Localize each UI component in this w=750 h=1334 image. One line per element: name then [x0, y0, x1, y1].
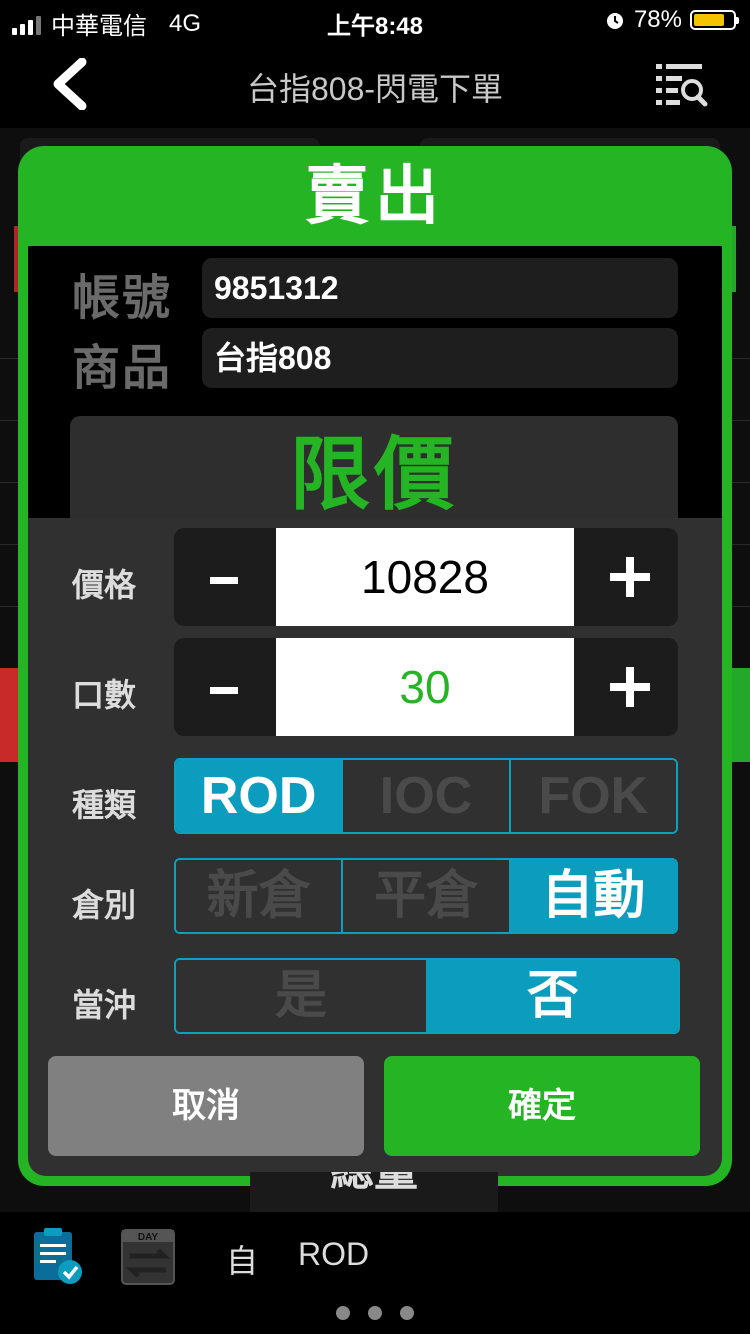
background-buy-marker	[730, 668, 750, 762]
background-sell-marker	[0, 668, 20, 762]
daytrade-option-no[interactable]: 否	[428, 960, 678, 1032]
kind-option-rod[interactable]: ROD	[176, 760, 344, 832]
page-indicator	[0, 1306, 750, 1325]
background-total-label: 總量	[250, 1172, 498, 1212]
position-option-close[interactable]: 平倉	[343, 860, 511, 932]
page-dot[interactable]	[368, 1306, 382, 1320]
battery-icon	[690, 10, 739, 30]
battery-percent: 78%	[633, 6, 682, 33]
price-minus-button[interactable]	[174, 528, 274, 626]
status-bar: 中華電信 4G 上午8:48 78%	[0, 0, 750, 40]
price-label: 價格	[72, 567, 137, 603]
page-dot[interactable]	[336, 1306, 350, 1320]
minus-icon	[210, 687, 238, 695]
kind-mode-text: ROD	[298, 1236, 370, 1272]
minus-icon	[210, 577, 238, 585]
quantity-minus-button[interactable]	[174, 638, 274, 736]
account-label: 帳號	[72, 272, 173, 325]
position-mode-text: 自	[226, 1243, 259, 1279]
quantity-label: 口數	[72, 677, 137, 713]
kind-option-fok[interactable]: FOK	[510, 760, 676, 832]
daytrade-option-yes[interactable]: 是	[176, 960, 428, 1032]
confirm-button[interactable]: 確定	[384, 1056, 700, 1156]
order-dialog: 賣出 帳號 9851312 商品 台指808 限價 價格 10828 口數 30…	[18, 146, 732, 1186]
price-input[interactable]: 10828	[276, 528, 574, 626]
alarm-icon	[606, 13, 623, 29]
status-right: 78%	[604, 6, 739, 34]
position-option-new[interactable]: 新倉	[176, 860, 344, 932]
quantity-plus-button[interactable]	[578, 638, 678, 736]
quantity-stepper: 30	[174, 638, 678, 736]
bottom-toolbar: 總量 DAY 自 ROD	[0, 1172, 750, 1334]
position-selector: 新倉 平倉 自動	[174, 858, 678, 934]
total-label-text: 總量	[330, 1172, 418, 1195]
kind-selector: ROD IOC FOK	[174, 758, 678, 834]
quantity-input[interactable]: 30	[276, 638, 574, 736]
day-swap-icon[interactable]: DAY	[120, 1224, 178, 1286]
order-info: 帳號 9851312 商品 台指808 限價	[28, 246, 722, 519]
position-option-auto[interactable]: 自動	[510, 860, 676, 932]
dialog-body: 帳號 9851312 商品 台指808 限價 價格 10828 口數 30 種類…	[28, 246, 722, 1176]
list-search-icon[interactable]	[656, 60, 708, 108]
price-stepper: 10828	[174, 528, 678, 626]
kind-option-ioc[interactable]: IOC	[343, 760, 511, 832]
order-type-banner[interactable]: 限價	[70, 416, 678, 519]
kind-label: 種類	[72, 787, 137, 823]
dialog-title: 賣出	[305, 160, 445, 232]
clipboard-check-icon[interactable]	[30, 1226, 84, 1286]
price-plus-button[interactable]	[578, 528, 678, 626]
day-badge-text: DAY	[138, 1232, 159, 1243]
daytrade-selector: 是 否	[174, 958, 680, 1034]
account-field[interactable]: 9851312	[202, 258, 678, 318]
page-dot[interactable]	[400, 1306, 414, 1320]
product-field[interactable]: 台指808	[202, 328, 678, 388]
product-label: 商品	[72, 342, 173, 395]
page-title: 台指808-閃電下單	[246, 71, 504, 107]
nav-bar: 台指808-閃電下單	[0, 40, 750, 128]
daytrade-label: 當沖	[72, 987, 137, 1023]
cancel-button[interactable]: 取消	[48, 1056, 364, 1156]
position-label: 倉別	[72, 887, 137, 923]
